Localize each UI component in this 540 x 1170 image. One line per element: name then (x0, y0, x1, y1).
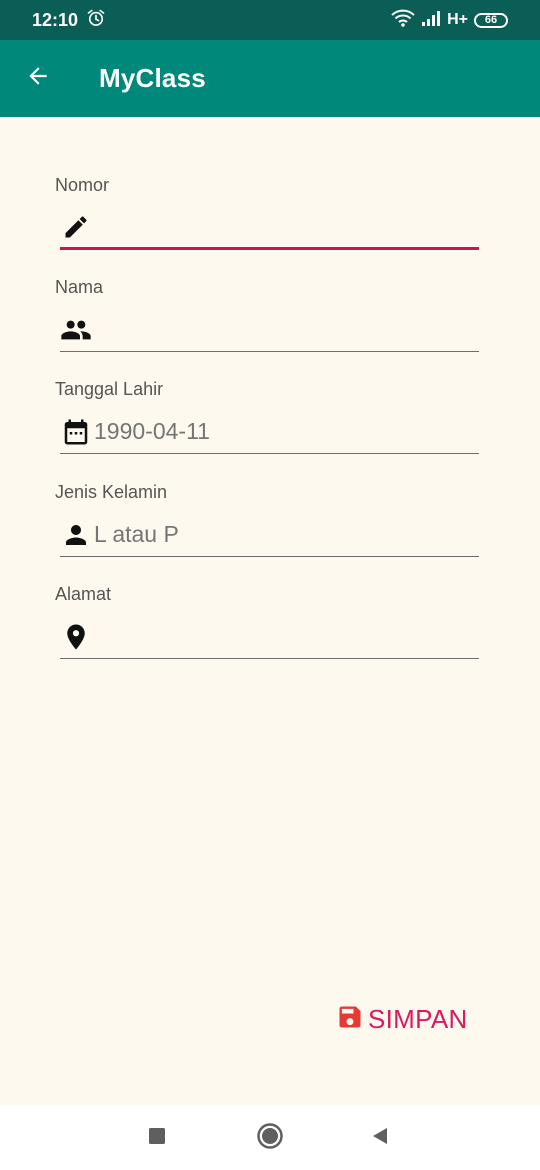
wifi-icon (391, 9, 415, 32)
back-button[interactable] (0, 40, 76, 117)
back-nav-button[interactable] (363, 1121, 397, 1155)
page-title: MyClass (99, 63, 206, 93)
battery-level: 66 (484, 13, 498, 26)
save-button[interactable]: SIMPAN (336, 1000, 468, 1038)
field-label-tanggal-lahir: Tanggal Lahir (55, 379, 164, 399)
status-right: H+ 66 (391, 9, 508, 32)
people-icon (60, 314, 92, 346)
calendar-icon (60, 416, 92, 448)
location-pin-icon (60, 621, 92, 653)
nomor-input-wrapper[interactable] (60, 206, 479, 250)
status-time: 12:10 (32, 9, 79, 30)
field-label-jenis-kelamin: Jenis Kelamin (55, 482, 168, 502)
signal-icon (421, 10, 441, 31)
pencil-icon (60, 211, 92, 243)
tanggal-lahir-input-wrapper[interactable] (60, 410, 479, 454)
field-label-alamat: Alamat (55, 584, 112, 604)
nomor-input[interactable] (94, 206, 479, 247)
alarm-icon (86, 8, 106, 33)
home-circle-icon (256, 1122, 284, 1155)
alamat-input[interactable] (94, 616, 479, 657)
save-label: SIMPAN (368, 1003, 468, 1034)
nama-input[interactable] (94, 309, 479, 350)
system-nav-bar (0, 1105, 540, 1170)
jenis-kelamin-input[interactable] (94, 514, 479, 555)
arrow-back-icon (25, 63, 51, 94)
recents-button[interactable] (140, 1121, 174, 1155)
field-label-nomor: Nomor (55, 175, 110, 195)
floppy-disk-icon (336, 1003, 364, 1036)
status-left: 12:10 (32, 8, 106, 33)
home-button[interactable] (253, 1121, 287, 1155)
app-bar: MyClass (0, 40, 540, 117)
square-icon (148, 1127, 166, 1150)
status-bar: 12:10 H+ 66 (0, 0, 540, 40)
battery-icon: 66 (474, 12, 508, 28)
tanggal-lahir-input[interactable] (94, 411, 479, 452)
alamat-input-wrapper[interactable] (60, 615, 479, 659)
person-icon (60, 519, 92, 551)
field-label-nama: Nama (55, 277, 104, 297)
jenis-kelamin-input-wrapper[interactable] (60, 513, 479, 557)
network-type: H+ (447, 11, 468, 28)
triangle-back-icon (370, 1126, 390, 1151)
nama-input-wrapper[interactable] (60, 308, 479, 352)
